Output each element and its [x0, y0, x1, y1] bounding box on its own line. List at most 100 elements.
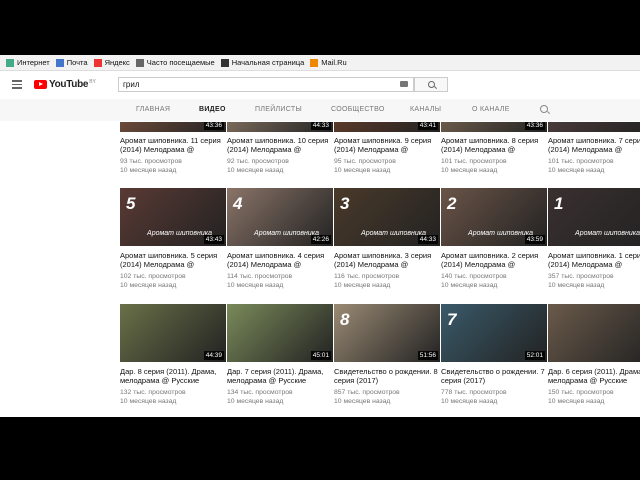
video-card[interactable]: 7 52:01 Свидетельство о рождении. 7 серия …	[441, 304, 547, 406]
video-title[interactable]: Аромат шиповника. 7 серия (2014) Мелодра…	[548, 136, 640, 154]
video-card[interactable]: 4 Аромат шиповника 42:26 Аромат шиповника. …	[227, 188, 333, 290]
view-count: 101 тыс. просмотров	[548, 158, 614, 165]
episode-number: 4	[233, 194, 243, 213]
video-thumbnail[interactable]: 4 Аромат шиповника 42:26	[227, 188, 333, 246]
upload-age: 10 месяцев назад	[227, 398, 284, 405]
video-card[interactable]: 44:33 Аромат шиповника. 10 серия (2014) М…	[227, 122, 333, 175]
duration-badge: 42:26	[310, 235, 331, 244]
video-thumbnail[interactable]: 5 Аромат шиповника 43:43	[120, 188, 226, 246]
view-count: 95 тыс. просмотров	[334, 158, 396, 165]
thumbnail-watermark: Аромат шиповника	[254, 230, 319, 237]
bookmark-label: Mail.Ru	[321, 58, 347, 67]
menu-icon[interactable]	[12, 80, 22, 89]
video-title[interactable]: Аромат шиповника. 8 серия (2014) Мелодра…	[441, 136, 547, 154]
upload-age: 10 месяцев назад	[120, 282, 177, 289]
video-thumbnail[interactable]: 1 Аромат шиповника	[548, 188, 640, 246]
video-title[interactable]: Аромат шиповника. 2 серия (2014) Мелодра…	[441, 251, 547, 269]
video-card[interactable]: 43:41 Аромат шиповника. 9 серия (2014) Ме…	[334, 122, 440, 175]
video-card[interactable]: 45:01 Дар. 7 серия (2011). Драма, мелодра…	[227, 304, 333, 406]
video-title[interactable]: Свидетельство о рождении. 8 серия (2017)	[334, 367, 440, 385]
video-thumbnail[interactable]: 45:01	[227, 304, 333, 362]
duration-badge: 44:33	[417, 235, 438, 244]
view-count: 140 тыс. просмотров	[441, 273, 507, 280]
tab-about[interactable]: О КАНАЛЕ	[472, 106, 510, 113]
gear-icon	[135, 58, 144, 67]
video-title[interactable]: Свидетельство о рождении. 7 серия (2017)	[441, 367, 547, 385]
video-title[interactable]: Аромат шиповника. 10 серия (2014) Мелодр…	[227, 136, 333, 154]
video-card[interactable]: 44:39 Дар. 8 серия (2011). Драма, мелодра…	[120, 304, 226, 406]
duration-badge: 43:36	[203, 122, 224, 130]
upload-age: 10 месяцев назад	[120, 167, 177, 174]
video-title[interactable]: Аромат шиповника. 1 серия (2014) Мелодра…	[548, 251, 640, 269]
video-card[interactable]: 8 51:56 Свидетельство о рождении. 8 серия …	[334, 304, 440, 406]
video-title[interactable]: Аромат шиповника. 11 серия (2014) Мелодр…	[120, 136, 226, 154]
youtube-logo[interactable]: YouTube BY	[34, 79, 96, 90]
bookmarks-bar: Интернет Почта Яндекс Часто посещаемые Начал…	[0, 55, 640, 71]
tab-home[interactable]: ГЛАВНАЯ	[136, 106, 170, 113]
upload-age: 10 месяцев назад	[441, 282, 498, 289]
video-thumbnail[interactable]: 43:41	[334, 122, 440, 132]
video-thumbnail[interactable]: 44:39	[120, 304, 226, 362]
bookmark-item[interactable]: Интернет	[6, 58, 50, 67]
upload-age: 10 месяцев назад	[227, 282, 284, 289]
duration-badge: 45:01	[310, 351, 331, 360]
video-card[interactable]: 3 Аромат шиповника 44:33 Аромат шиповника. …	[334, 188, 440, 290]
duration-badge: 43:59	[524, 235, 545, 244]
m-icon	[220, 58, 229, 67]
video-thumbnail[interactable]: 7 52:01	[441, 304, 547, 362]
video-thumbnail[interactable]: 8 51:56	[334, 304, 440, 362]
bookmark-label: Почта	[66, 58, 88, 67]
keyboard-icon[interactable]	[400, 81, 408, 87]
view-count: 114 тыс. просмотров	[227, 273, 293, 280]
mailru-icon	[310, 58, 319, 67]
tab-playlists[interactable]: ПЛЕЙЛИСТЫ	[255, 106, 302, 113]
video-card[interactable]: 5 Аромат шиповника 43:43 Аромат шиповника. …	[120, 188, 226, 290]
video-thumbnail[interactable]: 44:33	[227, 122, 333, 132]
bookmark-item[interactable]: Mail.Ru	[310, 58, 347, 67]
video-title[interactable]: Аромат шиповника. 4 серия (2014) Мелодра…	[227, 251, 333, 269]
logo-country: BY	[89, 79, 96, 85]
view-count: 92 тыс. просмотров	[227, 158, 289, 165]
video-card[interactable]: 43:36 Аромат шиповника. 11 серия (2014) М…	[120, 122, 226, 175]
view-count: 93 тыс. просмотров	[120, 158, 182, 165]
video-card[interactable]: 43:36 Аромат шиповника. 8 серия (2014) Ме…	[441, 122, 547, 175]
upload-age: 10 месяцев назад	[548, 167, 605, 174]
tab-channels[interactable]: КАНАЛЫ	[410, 106, 441, 113]
bookmark-item[interactable]: Почта	[55, 58, 88, 67]
video-title[interactable]: Аромат шиповника. 5 серия (2014) Мелодра…	[120, 251, 226, 269]
search-input[interactable]: грил	[118, 77, 414, 92]
video-title[interactable]: Дар. 6 серия (2011). Драма, мелодрама @ …	[548, 367, 640, 385]
duration-badge: 43:43	[203, 235, 224, 244]
video-title[interactable]: Дар. 7 серия (2011). Драма, мелодрама @ …	[227, 367, 333, 385]
duration-badge: 51:56	[417, 351, 438, 360]
tab-community[interactable]: СООБЩЕСТВО	[331, 106, 385, 113]
video-thumbnail[interactable]	[548, 122, 640, 132]
search-button[interactable]	[414, 77, 448, 92]
bookmark-label: Часто посещаемые	[146, 58, 215, 67]
video-thumbnail[interactable]	[548, 304, 640, 362]
video-thumbnail[interactable]: 43:36	[120, 122, 226, 132]
view-count: 134 тыс. просмотров	[227, 389, 293, 396]
upload-age: 10 месяцев назад	[334, 167, 391, 174]
upload-age: 10 месяцев назад	[548, 398, 605, 405]
channel-tabs: ГЛАВНАЯ ВИДЕО ПЛЕЙЛИСТЫ СООБЩЕСТВО КАНАЛ…	[0, 99, 640, 121]
bookmark-item[interactable]: Часто посещаемые	[135, 58, 215, 67]
bookmark-label: Яндекс	[104, 58, 130, 67]
view-count: 150 тыс. просмотров	[548, 389, 614, 396]
video-card[interactable]: 1 Аромат шиповника Аромат шиповника. 1 сер…	[548, 188, 640, 290]
duration-badge: 44:39	[203, 351, 224, 360]
bookmark-item[interactable]: Начальная страница	[220, 58, 304, 67]
video-title[interactable]: Аромат шиповника. 9 серия (2014) Мелодра…	[334, 136, 440, 154]
video-title[interactable]: Дар. 8 серия (2011). Драма, мелодрама @ …	[120, 367, 226, 385]
bookmark-item[interactable]: Яндекс	[93, 58, 130, 67]
video-title[interactable]: Аромат шиповника. 3 серия (2014) Мелодра…	[334, 251, 440, 269]
video-card[interactable]: 2 Аромат шиповника 43:59 Аромат шиповника. …	[441, 188, 547, 290]
video-thumbnail[interactable]: 2 Аромат шиповника 43:59	[441, 188, 547, 246]
view-count: 778 тыс. просмотров	[441, 389, 507, 396]
channel-search-icon[interactable]	[540, 105, 548, 113]
video-card[interactable]: Дар. 6 серия (2011). Драма, мелодрама @ …	[548, 304, 640, 406]
video-thumbnail[interactable]: 3 Аромат шиповника 44:33	[334, 188, 440, 246]
video-thumbnail[interactable]: 43:36	[441, 122, 547, 132]
tab-videos[interactable]: ВИДЕО	[199, 106, 226, 113]
video-card[interactable]: Аромат шиповника. 7 серия (2014) Мелодра…	[548, 122, 640, 175]
